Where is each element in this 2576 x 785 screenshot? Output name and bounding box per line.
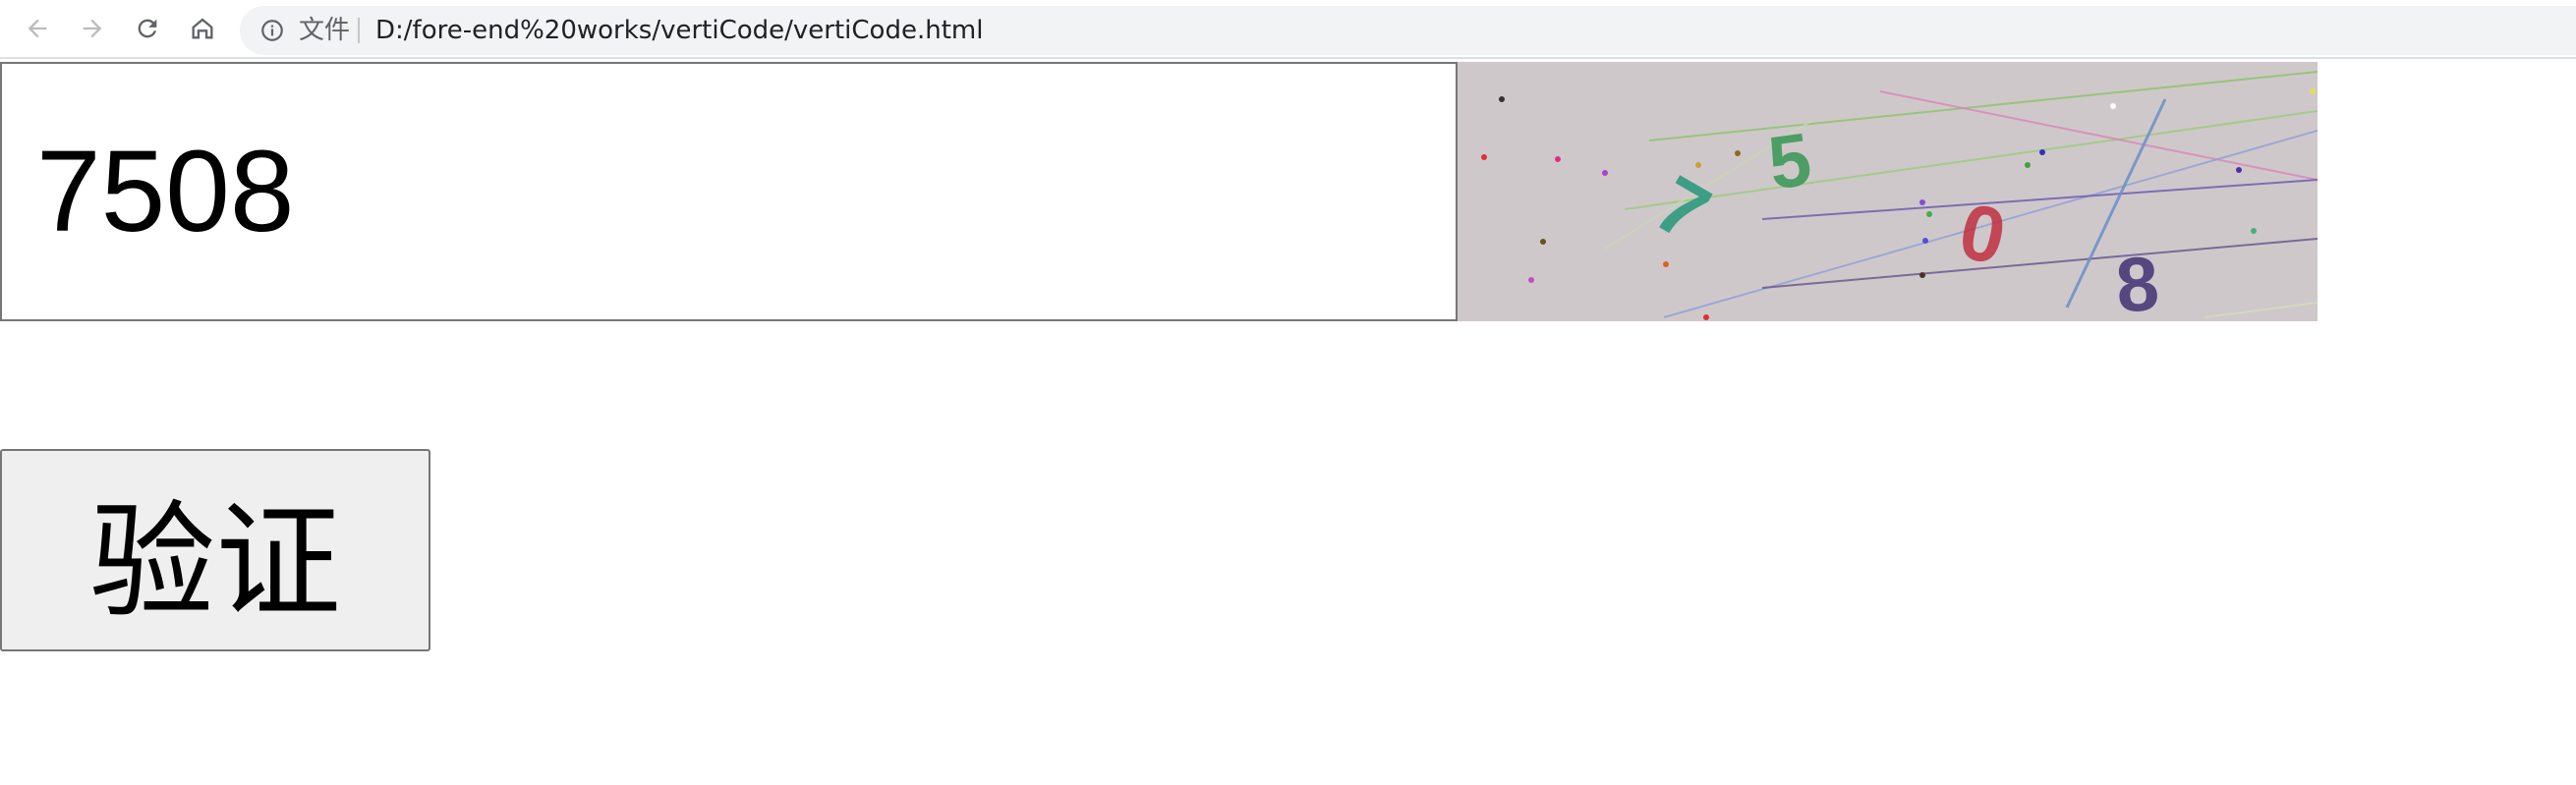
captcha-char-8: 8 bbox=[2113, 240, 2161, 321]
info-icon[interactable] bbox=[259, 18, 285, 43]
verify-button[interactable]: 验证 bbox=[0, 449, 430, 651]
back-icon bbox=[28, 19, 47, 38]
back-button[interactable] bbox=[18, 9, 57, 48]
home-icon bbox=[192, 18, 213, 39]
captcha-image[interactable]: 7 5 0 8 bbox=[1458, 62, 2318, 321]
forward-button[interactable] bbox=[73, 9, 112, 48]
reload-button[interactable] bbox=[128, 9, 167, 48]
home-button[interactable] bbox=[183, 9, 222, 48]
reload-icon bbox=[138, 19, 157, 38]
captcha-input[interactable] bbox=[0, 62, 1458, 321]
url-text[interactable]: D:/fore-end%20works/vertiCode/vertiCode.… bbox=[375, 15, 983, 46]
captcha-canvas: 7 5 0 8 bbox=[1458, 62, 2318, 321]
scheme-label: 文件 bbox=[299, 16, 351, 45]
browser-toolbar: 文件 D:/fore-end%20works/vertiCode/vertiCo… bbox=[0, 0, 2576, 59]
forward-icon bbox=[83, 19, 102, 38]
omnibox-divider bbox=[358, 18, 360, 43]
address-bar[interactable]: 文件 D:/fore-end%20works/vertiCode/vertiCo… bbox=[240, 6, 2576, 55]
